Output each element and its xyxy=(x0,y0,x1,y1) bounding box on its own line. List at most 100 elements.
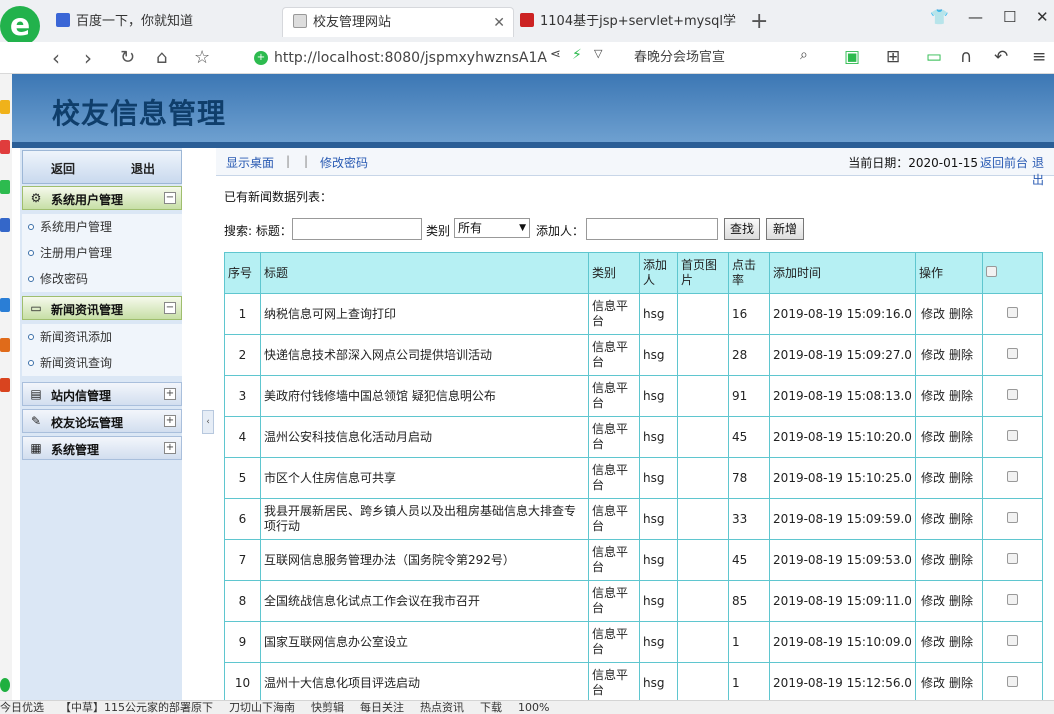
status-item[interactable]: 刀切山下海南 xyxy=(229,701,295,714)
sidebar-item-change-password[interactable]: 修改密码 xyxy=(22,266,182,292)
sidebar-item-news-query[interactable]: 新闻资讯查询 xyxy=(22,350,182,376)
url-field[interactable]: + http://localhost:8080/jspmxyhwznsA1A xyxy=(248,45,626,71)
news-ticker[interactable]: 春晚分会场官宣 xyxy=(634,45,725,71)
forward-icon[interactable]: › xyxy=(84,46,92,70)
browser-tab-active[interactable]: 校友管理网站 ✕ xyxy=(282,7,514,37)
edit-link[interactable]: 修改 xyxy=(921,635,945,649)
chat-icon[interactable] xyxy=(0,180,10,194)
sidebar-collapse-handle[interactable]: ‹ xyxy=(202,410,214,434)
delete-link[interactable]: 删除 xyxy=(949,348,973,362)
delete-link[interactable]: 删除 xyxy=(949,307,973,321)
section-news[interactable]: ▭ 新闻资讯管理 − xyxy=(22,296,182,320)
show-desktop-link[interactable]: 显示桌面 xyxy=(226,154,274,171)
edit-link[interactable]: 修改 xyxy=(921,676,945,690)
refresh-icon[interactable]: ↻ xyxy=(120,46,135,70)
share-icon[interactable]: ⋖ xyxy=(550,47,561,62)
delete-link[interactable]: 删除 xyxy=(949,389,973,403)
translate-icon[interactable]: ▣ xyxy=(844,47,860,67)
browser-tab-third[interactable]: 1104基于jsp+servlet+mysql学 xyxy=(520,7,742,37)
row-checkbox[interactable] xyxy=(1007,470,1018,482)
battery-icon[interactable]: ▭ xyxy=(926,47,942,67)
edit-link[interactable]: 修改 xyxy=(921,307,945,321)
delete-link[interactable]: 删除 xyxy=(949,676,973,690)
logout-button[interactable]: 退出 xyxy=(113,159,173,179)
status-item[interactable]: 每日关注 xyxy=(360,701,404,714)
edit-link[interactable]: 修改 xyxy=(921,348,945,362)
expand-icon[interactable]: + xyxy=(164,388,176,400)
category-select[interactable]: 所有 ▼ xyxy=(454,218,530,238)
select-all-checkbox[interactable] xyxy=(986,265,997,277)
expand-icon[interactable]: + xyxy=(164,415,176,427)
row-checkbox[interactable] xyxy=(1007,429,1018,441)
section-forum[interactable]: ✎ 校友论坛管理 + xyxy=(22,409,182,433)
home-icon[interactable]: ⌂ xyxy=(156,46,167,70)
change-password-link[interactable]: 修改密码 xyxy=(320,154,368,171)
status-item[interactable]: 【中草】115公元家的部署原下 xyxy=(60,701,213,714)
sidebar-item-registered-users[interactable]: 注册用户管理 xyxy=(22,240,182,266)
collapse-icon[interactable]: − xyxy=(164,192,176,204)
back-button[interactable]: 返回 xyxy=(33,159,93,179)
title-search-input[interactable] xyxy=(292,218,422,240)
row-checkbox[interactable] xyxy=(1007,306,1018,318)
add-icon[interactable] xyxy=(0,678,10,692)
edit-link[interactable]: 修改 xyxy=(921,430,945,444)
star-icon[interactable] xyxy=(0,100,10,114)
collapse-icon[interactable]: − xyxy=(164,302,176,314)
app-icon[interactable] xyxy=(0,298,10,312)
row-checkbox[interactable] xyxy=(1007,552,1018,564)
row-checkbox[interactable] xyxy=(1007,675,1018,687)
close-tab-icon[interactable]: ✕ xyxy=(493,8,505,37)
row-checkbox[interactable] xyxy=(1007,511,1018,523)
minimize-icon[interactable]: — xyxy=(968,8,983,26)
shirt-icon[interactable]: 👕 xyxy=(930,8,949,26)
edit-link[interactable]: 修改 xyxy=(921,389,945,403)
game-icon[interactable] xyxy=(0,218,10,232)
back-to-front-link[interactable]: 返回前台 xyxy=(980,154,1028,171)
delete-link[interactable]: 删除 xyxy=(949,594,973,608)
close-window-icon[interactable]: ✕ xyxy=(1036,8,1049,26)
delete-link[interactable]: 删除 xyxy=(949,553,973,567)
status-item[interactable]: 热点资讯 xyxy=(420,701,464,714)
row-checkbox[interactable] xyxy=(1007,634,1018,646)
browser-logo-icon[interactable]: e xyxy=(0,6,40,46)
music-icon[interactable] xyxy=(0,378,10,392)
expand-icon[interactable]: + xyxy=(164,442,176,454)
adder-search-input[interactable] xyxy=(586,218,718,240)
delete-link[interactable]: 删除 xyxy=(949,471,973,485)
sidebar-item-news-add[interactable]: 新闻资讯添加 xyxy=(22,324,182,350)
edit-link[interactable]: 修改 xyxy=(921,512,945,526)
add-button[interactable]: 新增 xyxy=(766,218,804,240)
delete-link[interactable]: 删除 xyxy=(949,635,973,649)
sidebar-item-system-users[interactable]: 系统用户管理 xyxy=(22,214,182,240)
status-item[interactable]: 100% xyxy=(518,701,549,714)
row-checkbox[interactable] xyxy=(1007,388,1018,400)
menu-icon[interactable]: ≡ xyxy=(1032,47,1046,67)
status-item[interactable]: 下载 xyxy=(480,701,502,714)
chevron-down-icon[interactable]: ▽ xyxy=(594,47,602,60)
search-button[interactable]: 查找 xyxy=(724,218,760,240)
section-system-users[interactable]: ⚙ 系统用户管理 − xyxy=(22,186,182,210)
maximize-icon[interactable]: ☐ xyxy=(1003,8,1016,26)
delete-link[interactable]: 删除 xyxy=(949,430,973,444)
edit-link[interactable]: 修改 xyxy=(921,594,945,608)
status-item[interactable]: 今日优选 xyxy=(0,701,44,714)
video-icon[interactable] xyxy=(0,338,10,352)
back-icon[interactable]: ‹ xyxy=(52,46,60,70)
search-icon[interactable]: ⌕ xyxy=(800,47,808,63)
favorite-star-icon[interactable]: ☆ xyxy=(194,46,210,70)
edit-link[interactable]: 修改 xyxy=(921,471,945,485)
new-tab-icon[interactable]: + xyxy=(750,7,768,37)
row-checkbox[interactable] xyxy=(1007,347,1018,359)
headphones-icon[interactable]: ∩ xyxy=(960,47,972,67)
undo-icon[interactable]: ↶ xyxy=(994,47,1008,67)
logout-link[interactable]: 退出 xyxy=(1032,154,1054,188)
section-system[interactable]: ▦ 系统管理 + xyxy=(22,436,182,460)
grid-apps-icon[interactable]: ⊞ xyxy=(886,47,900,67)
lightning-icon[interactable]: ⚡ xyxy=(572,47,582,63)
mail-icon[interactable] xyxy=(0,140,10,154)
section-messages[interactable]: ▤ 站内信管理 + xyxy=(22,382,182,406)
delete-link[interactable]: 删除 xyxy=(949,512,973,526)
browser-tab-baidu[interactable]: 百度一下，你就知道 xyxy=(56,7,276,37)
edit-link[interactable]: 修改 xyxy=(921,553,945,567)
status-item[interactable]: 快剪辑 xyxy=(311,701,344,714)
